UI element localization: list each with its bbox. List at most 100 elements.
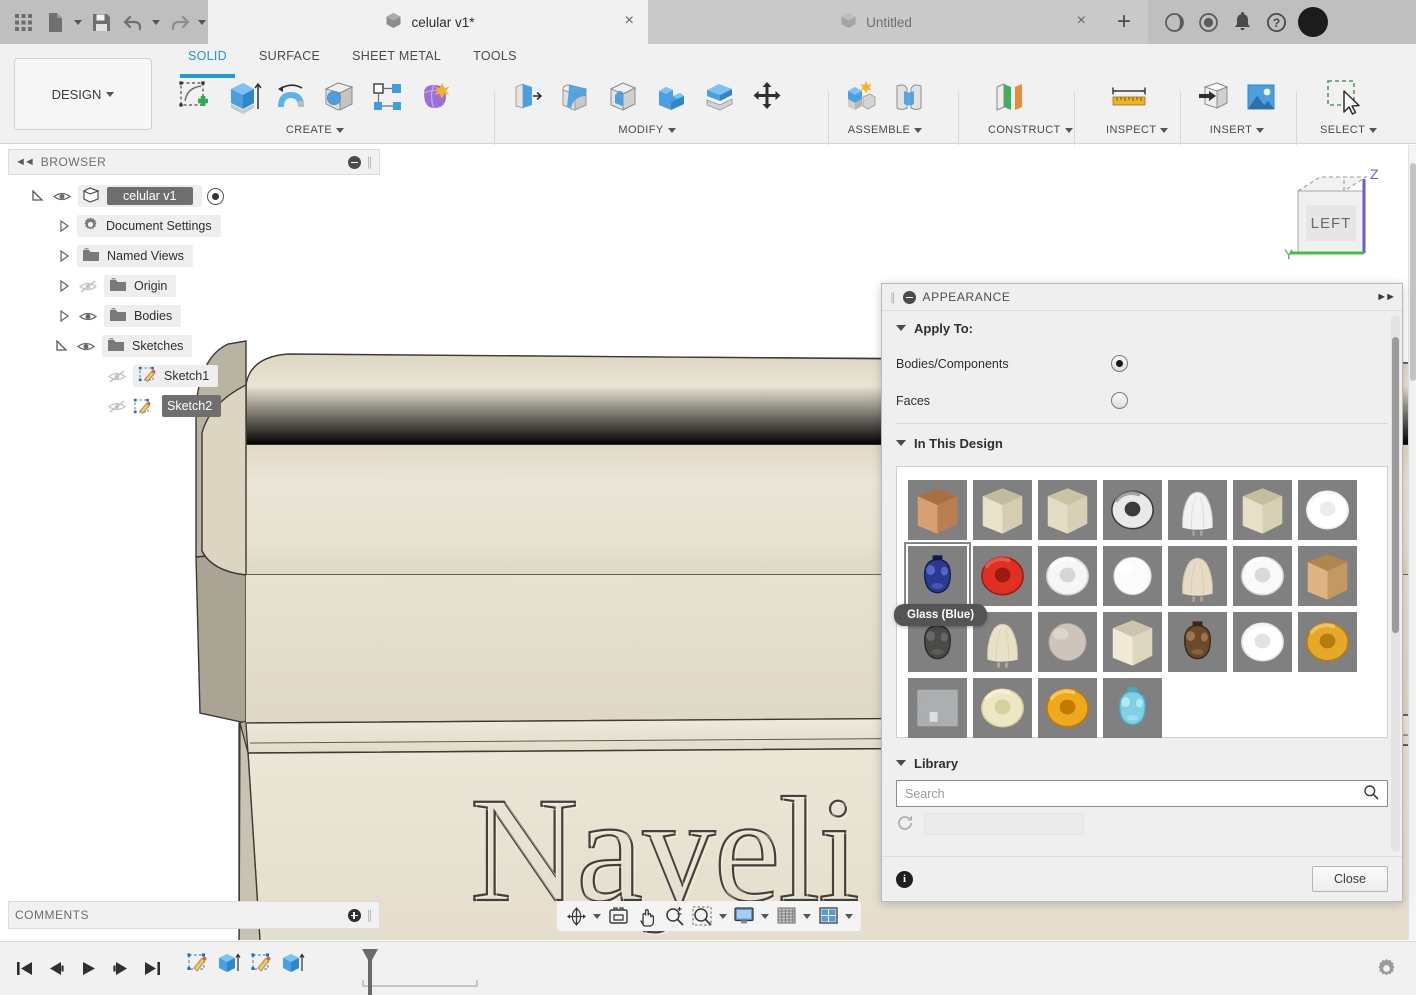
material-swatch-glass-light-blue[interactable] bbox=[1100, 675, 1165, 741]
material-swatch-plastic-cream[interactable] bbox=[970, 477, 1035, 543]
look-at-icon[interactable] bbox=[605, 903, 631, 929]
viewports-dropdown[interactable] bbox=[843, 903, 855, 929]
ribbon-tab-sheet-metal[interactable]: SHEET METAL bbox=[336, 46, 457, 70]
tree-item-bodies[interactable]: Bodies bbox=[8, 301, 380, 331]
apply-to-header[interactable]: Apply To: bbox=[896, 311, 1388, 345]
orbit-dropdown[interactable] bbox=[591, 903, 603, 929]
extensions-icon[interactable] bbox=[1162, 10, 1186, 34]
undo-icon[interactable] bbox=[118, 5, 148, 39]
close-icon[interactable]: × bbox=[625, 13, 634, 29]
library-search-box[interactable] bbox=[896, 780, 1388, 807]
ribbon-tab-tools[interactable]: TOOLS bbox=[457, 46, 533, 70]
visibility-eye-off-icon[interactable] bbox=[106, 365, 128, 387]
display-settings-icon[interactable] bbox=[731, 903, 757, 929]
timeline-extrude2-icon[interactable] bbox=[280, 949, 308, 977]
chevron-right-icon[interactable] bbox=[56, 241, 72, 271]
redo-icon[interactable] bbox=[164, 5, 194, 39]
ribbon-tab-solid[interactable]: SOLID bbox=[172, 46, 243, 78]
ribbon-group-label-inspect[interactable]: INSPECT bbox=[1084, 124, 1169, 136]
material-swatch-glass-clear[interactable] bbox=[905, 675, 970, 741]
material-swatch-plastic-red[interactable] bbox=[970, 543, 1035, 609]
tree-item-document-settings[interactable]: Document Settings bbox=[8, 211, 380, 241]
tree-item-origin[interactable]: Origin bbox=[8, 271, 380, 301]
redo-dropdown[interactable] bbox=[196, 5, 208, 39]
joint-icon[interactable] bbox=[886, 74, 932, 120]
tree-item-named-views[interactable]: Named Views bbox=[8, 241, 380, 271]
viewports-icon[interactable] bbox=[815, 903, 841, 929]
tree-item-celular-v1[interactable]: celular v1 bbox=[8, 181, 380, 211]
new-tab-button[interactable]: + bbox=[1100, 0, 1148, 44]
activate-component-radio[interactable] bbox=[206, 187, 224, 205]
chevron-right-icon[interactable] bbox=[56, 271, 72, 301]
material-swatch-oak-wood[interactable] bbox=[905, 477, 970, 543]
library-header[interactable]: Library bbox=[896, 746, 1388, 780]
help-icon[interactable]: ? bbox=[1264, 10, 1288, 34]
tree-chip-sketches[interactable]: Sketches bbox=[102, 335, 193, 357]
visibility-eye-icon[interactable] bbox=[77, 305, 99, 327]
document-tab-inactive[interactable]: Untitled × bbox=[648, 0, 1100, 44]
close-button[interactable]: Close bbox=[1312, 866, 1388, 892]
split-body-icon[interactable] bbox=[696, 74, 742, 120]
timeline-sketch1-icon[interactable] bbox=[184, 949, 212, 977]
close-icon[interactable]: × bbox=[1077, 13, 1086, 29]
search-input[interactable] bbox=[905, 786, 1363, 801]
step-forward-icon[interactable] bbox=[106, 954, 134, 984]
appearance-titlebar[interactable]: ∥ APPEARANCE ►► bbox=[882, 284, 1402, 311]
timeline-extrude1-icon[interactable] bbox=[216, 949, 244, 977]
apply-to-bodies-row[interactable]: Bodies/Components bbox=[896, 345, 1388, 382]
tree-chip-bodies[interactable]: Bodies bbox=[104, 305, 182, 327]
tree-chip-origin[interactable]: Origin bbox=[104, 275, 177, 297]
material-swatch-plastic-orange[interactable] bbox=[1035, 675, 1100, 741]
material-swatch-plastic-ivory-cube[interactable] bbox=[1100, 609, 1165, 675]
new-file-icon[interactable] bbox=[40, 5, 70, 39]
new-file-dropdown[interactable] bbox=[72, 5, 84, 39]
material-swatch-glass-brown[interactable] bbox=[1165, 609, 1230, 675]
move-copy-icon[interactable] bbox=[744, 74, 790, 120]
apply-to-faces-row[interactable]: Faces bbox=[896, 382, 1388, 419]
library-source-row[interactable] bbox=[896, 813, 1388, 835]
ribbon-group-label-construct[interactable]: CONSTRUCT bbox=[968, 124, 1073, 136]
app-grid-icon[interactable] bbox=[8, 5, 38, 39]
appearance-dialog[interactable]: ∥ APPEARANCE ►► Apply To: Bodies/Compone… bbox=[881, 283, 1403, 902]
library-source-dropdown[interactable] bbox=[924, 813, 1084, 835]
undo-dropdown[interactable] bbox=[150, 5, 162, 39]
material-swatch-paint-white-sphere[interactable] bbox=[1100, 543, 1165, 609]
appearance-scrollbar-thumb[interactable] bbox=[1392, 337, 1399, 633]
extrude-icon[interactable] bbox=[220, 74, 266, 120]
material-swatch-maple-light[interactable] bbox=[1035, 477, 1100, 543]
comments-panel[interactable]: COMMENTS ∥ bbox=[8, 901, 380, 929]
material-swatch-paint-white-gloss[interactable] bbox=[1295, 477, 1360, 543]
go-to-beginning-icon[interactable] bbox=[10, 954, 38, 984]
pan-icon[interactable] bbox=[633, 903, 659, 929]
hole-icon[interactable] bbox=[316, 74, 362, 120]
select-window-icon[interactable] bbox=[1320, 74, 1366, 120]
material-swatch-stone-speckled[interactable] bbox=[1035, 609, 1100, 675]
timeline-settings-gear-icon[interactable] bbox=[1375, 957, 1416, 980]
material-swatch-glass-blue[interactable] bbox=[904, 542, 971, 610]
material-swatch-paint-white-matte[interactable] bbox=[1230, 609, 1295, 675]
tree-item-sketch1[interactable]: Sketch1 bbox=[8, 361, 380, 391]
refresh-icon[interactable] bbox=[896, 814, 914, 835]
chevron-right-icon[interactable] bbox=[56, 301, 72, 331]
chevron-right-icon[interactable] bbox=[56, 211, 72, 241]
orbit-icon[interactable] bbox=[563, 903, 589, 929]
minus-circle-icon[interactable] bbox=[902, 290, 916, 304]
insert-derive-icon[interactable] bbox=[1190, 74, 1236, 120]
ribbon-group-label-assemble[interactable]: ASSEMBLE bbox=[838, 124, 932, 136]
ribbon-group-label-create[interactable]: CREATE bbox=[172, 124, 458, 136]
user-avatar[interactable] bbox=[1298, 7, 1328, 37]
revolve-icon[interactable] bbox=[268, 74, 314, 120]
combine-icon[interactable] bbox=[648, 74, 694, 120]
pattern-icon[interactable] bbox=[364, 74, 410, 120]
visibility-eye-off-icon[interactable] bbox=[77, 275, 99, 297]
expand-right-icon[interactable]: ►► bbox=[1376, 291, 1396, 303]
play-icon[interactable] bbox=[74, 954, 102, 984]
collapse-left-icon[interactable]: ◄◄ bbox=[15, 156, 35, 168]
panel-grip[interactable]: ∥ bbox=[367, 155, 374, 169]
tree-item-sketches[interactable]: Sketches bbox=[8, 331, 380, 361]
grid-snaps-icon[interactable] bbox=[773, 903, 799, 929]
tree-item-sketch2[interactable]: Sketch2 bbox=[8, 391, 380, 421]
tree-chip-celular-v1[interactable]: celular v1 bbox=[78, 185, 202, 207]
step-back-icon[interactable] bbox=[42, 954, 70, 984]
display-settings-dropdown[interactable] bbox=[759, 903, 771, 929]
